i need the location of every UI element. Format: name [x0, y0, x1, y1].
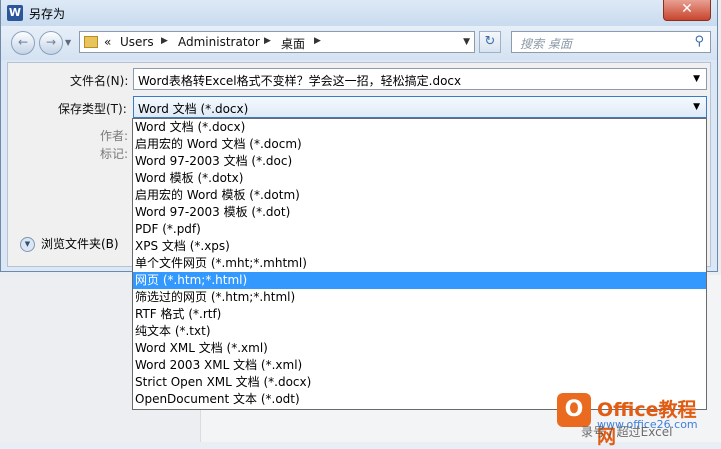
breadcrumb-users[interactable]: Users — [120, 35, 154, 49]
word-app-icon: W — [7, 5, 23, 21]
save-type-chevron-icon[interactable]: ▼ — [693, 102, 700, 112]
breadcrumb-separator-icon[interactable]: ▶ — [161, 36, 168, 46]
dropdown-option[interactable]: Word XML 文档 (*.xml) — [133, 340, 706, 357]
forward-arrow-icon[interactable]: → — [39, 31, 63, 55]
address-bar[interactable]: « Users ▶ Administrator ▶ 桌面 ▶ ▼ — [79, 31, 475, 53]
dropdown-option[interactable]: Word 模板 (*.dotx) — [133, 170, 706, 187]
address-history-chevron-icon[interactable]: ▼ — [463, 37, 470, 47]
save-type-value: Word 文档 (*.docx) — [138, 102, 249, 116]
dialog-title: 另存为 — [29, 7, 66, 21]
dropdown-option[interactable]: Strict Open XML 文档 (*.docx) — [133, 374, 706, 391]
dropdown-option[interactable]: Word 97-2003 文档 (*.doc) — [133, 153, 706, 170]
filename-value: Word表格转Excel格式不变样？学会这一招，轻松搞定.docx — [138, 74, 462, 88]
dropdown-option[interactable]: RTF 格式 (*.rtf) — [133, 306, 706, 323]
address-overflow-chevron-icon[interactable]: « — [104, 35, 111, 49]
folder-icon — [84, 36, 98, 48]
back-arrow-icon[interactable]: ← — [11, 31, 35, 55]
search-placeholder: 搜索 桌面 — [520, 37, 572, 51]
dropdown-option[interactable]: 启用宏的 Word 文档 (*.docm) — [133, 136, 706, 153]
dropdown-option[interactable]: PDF (*.pdf) — [133, 221, 706, 238]
office-logo-icon: O — [557, 393, 591, 427]
dropdown-option[interactable]: 筛选过的网页 (*.htm;*.html) — [133, 289, 706, 306]
filename-field[interactable]: Word表格转Excel格式不变样？学会这一招，轻松搞定.docx ▼ — [133, 68, 707, 90]
close-button[interactable]: ✕ — [663, 0, 711, 21]
dropdown-option[interactable]: Word 97-2003 模板 (*.dot) — [133, 204, 706, 221]
breadcrumb-administrator[interactable]: Administrator — [178, 35, 260, 49]
watermark-overlay-text: 录号 / 超过Excel — [581, 425, 673, 439]
dropdown-option[interactable]: 纯文本 (*.txt) — [133, 323, 706, 340]
breadcrumb-desktop[interactable]: 桌面 — [281, 35, 305, 52]
title-bar: W 另存为 ✕ — [1, 0, 717, 26]
navigation-bar: ← → ▼ « Users ▶ Administrator ▶ 桌面 ▶ ▼ ↻… — [1, 26, 717, 60]
watermark: O Office教程网 www.office26.com 录号 / 超过Exce… — [553, 393, 713, 448]
dropdown-option[interactable]: 启用宏的 Word 模板 (*.dotm) — [133, 187, 706, 204]
dropdown-option[interactable]: 网页 (*.htm;*.html) — [133, 272, 706, 289]
breadcrumb-separator-icon[interactable]: ▶ — [314, 36, 321, 46]
browse-folders-label: 浏览文件夹(B) — [41, 237, 119, 251]
search-input[interactable]: 搜索 桌面 ⚲ — [511, 31, 711, 53]
save-type-select[interactable]: Word 文档 (*.docx) ▼ — [133, 96, 707, 118]
dropdown-option[interactable]: XPS 文档 (*.xps) — [133, 238, 706, 255]
browse-folders-toggle[interactable]: ▼ 浏览文件夹(B) — [20, 235, 119, 252]
author-label: 作者: — [100, 129, 129, 143]
save-type-dropdown-list: Word 文档 (*.docx) 启用宏的 Word 文档 (*.docm) W… — [132, 118, 707, 410]
refresh-icon[interactable]: ↻ — [479, 31, 501, 53]
dropdown-option[interactable]: 单个文件网页 (*.mht;*.mhtml) — [133, 255, 706, 272]
recent-locations-chevron-icon[interactable]: ▼ — [65, 38, 71, 47]
filename-dropdown-chevron-icon[interactable]: ▼ — [693, 74, 700, 84]
dropdown-option[interactable]: Word 文档 (*.docx) — [133, 119, 706, 136]
dropdown-option[interactable]: Word 2003 XML 文档 (*.xml) — [133, 357, 706, 374]
breadcrumb-separator-icon[interactable]: ▶ — [264, 36, 271, 46]
search-icon[interactable]: ⚲ — [694, 34, 704, 49]
expand-chevron-icon: ▼ — [20, 237, 35, 252]
tags-label: 标记: — [100, 147, 129, 161]
filename-label: 文件名(N): — [70, 74, 129, 88]
save-type-label: 保存类型(T): — [58, 102, 127, 116]
